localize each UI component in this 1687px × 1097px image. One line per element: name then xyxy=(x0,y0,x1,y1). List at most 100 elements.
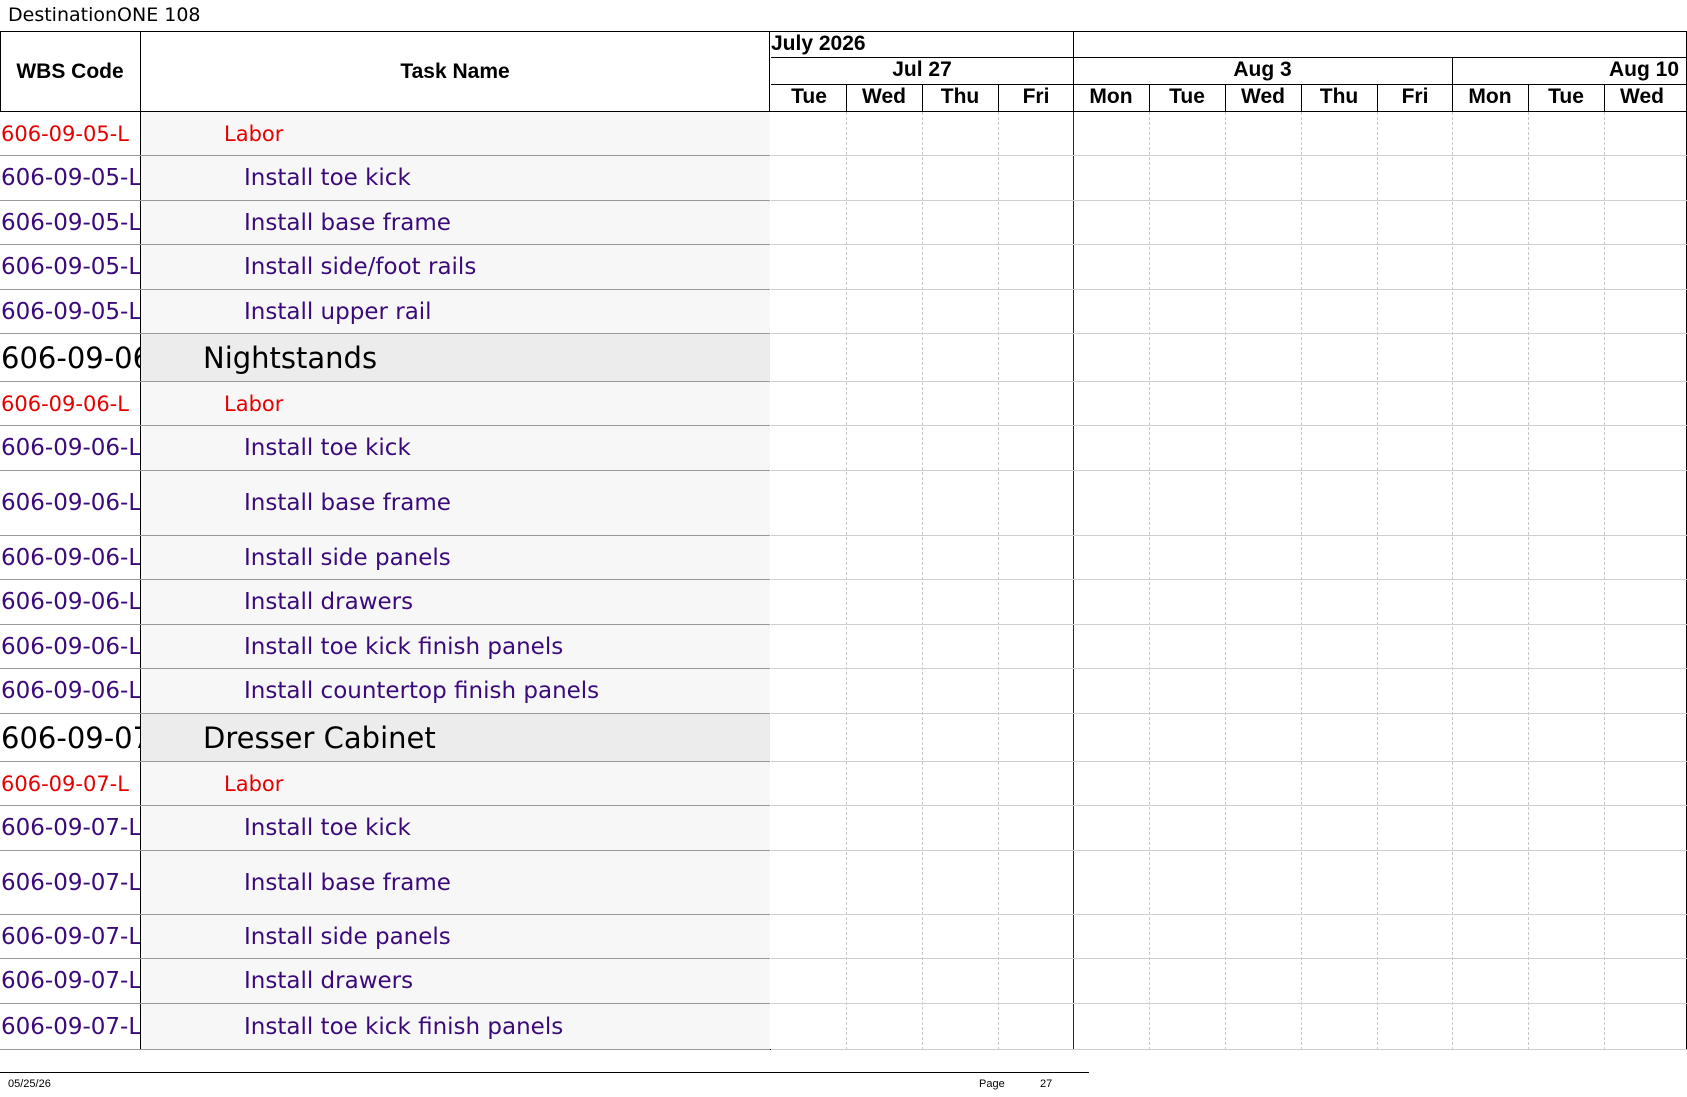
task-row[interactable]: 606-09-05-L (Install toe kick xyxy=(0,156,770,201)
day-header-2: Thu xyxy=(940,85,980,108)
task-name-cell: Install toe kick xyxy=(141,426,770,470)
task-name-cell: Install drawers xyxy=(141,580,770,624)
timeline-row-line xyxy=(771,289,1687,290)
week-label-jul27: Jul 27 xyxy=(892,58,952,81)
task-row[interactable]: 606-09-07-L (Install base frame xyxy=(0,851,770,915)
task-name-cell: Labor xyxy=(141,112,770,155)
task-row[interactable]: 606-09-06-L Labor xyxy=(0,382,770,426)
wbs-code-cell: 606-09-06-L ( xyxy=(0,669,141,713)
task-name-cell: Install upper rail xyxy=(141,290,770,333)
timeline-row-line xyxy=(771,470,1687,471)
wbs-code-cell: 606-09-06-L ( xyxy=(0,471,141,535)
day-header-divider xyxy=(998,84,999,111)
wbs-code-cell: 606-09-05-L ( xyxy=(0,201,141,244)
timeline-row-line xyxy=(771,425,1687,426)
footer-rule xyxy=(0,1072,1089,1073)
day-header-1: Wed xyxy=(862,85,906,108)
task-name-cell: Install side/foot rails xyxy=(141,245,770,289)
task-row[interactable]: 606-09-05-L Labor xyxy=(0,112,770,156)
task-name-cell: Install base frame xyxy=(141,471,770,535)
week-label-aug3: Aug 3 xyxy=(1233,58,1292,81)
wbs-code-cell: 606-09-07-L ( xyxy=(0,959,141,1003)
task-name-cell: Install toe kick finish panels xyxy=(141,625,770,668)
day-grid-line xyxy=(998,112,999,1050)
wbs-code-cell: 606-09-06-L ( xyxy=(0,536,141,579)
timeline-row-line xyxy=(771,244,1687,245)
wbs-code-cell: 606-09-05-L ( xyxy=(0,156,141,200)
timeline-row-line xyxy=(771,713,1687,714)
wbs-code-cell: 606-09-06-L ( xyxy=(0,426,141,470)
task-name-cell: Install base frame xyxy=(141,851,770,914)
task-name-cell: Labor xyxy=(141,382,770,425)
day-header-5: Tue xyxy=(1169,85,1205,108)
page-number: 27 xyxy=(1040,1078,1053,1090)
day-header-10: Tue xyxy=(1548,85,1584,108)
week-separator-line xyxy=(1073,112,1074,1050)
month-label: July 2026 xyxy=(771,32,866,55)
day-grid-line xyxy=(1604,112,1605,1050)
day-grid-line xyxy=(1528,112,1529,1050)
task-name-header[interactable]: Task Name xyxy=(141,32,770,111)
day-grid-line xyxy=(1225,112,1226,1050)
day-grid-line xyxy=(1377,112,1378,1050)
timeline-row-line xyxy=(771,958,1687,959)
summary-row[interactable]: 606-09-07 Dresser Cabinet xyxy=(0,714,770,762)
day-grid-line xyxy=(922,112,923,1050)
task-row[interactable]: 606-09-07-L Labor xyxy=(0,762,770,806)
day-header-4: Mon xyxy=(1089,85,1133,108)
day-header-8: Fri xyxy=(1401,85,1429,108)
print-date: 05/25/26 xyxy=(8,1078,51,1090)
wbs-code-cell: 606-09-05-L ( xyxy=(0,245,141,289)
task-row[interactable]: 606-09-06-L (Install toe kick finish pan… xyxy=(0,625,770,669)
timeline-row-line xyxy=(771,1049,1687,1050)
timeline-row-line xyxy=(771,535,1687,536)
day-header-divider xyxy=(1528,84,1529,111)
task-row[interactable]: 606-09-06-L (Install countertop finish p… xyxy=(0,669,770,714)
timeline-row-line xyxy=(771,761,1687,762)
timeline-row-line xyxy=(771,668,1687,669)
task-row[interactable]: 606-09-06-L (Install drawers xyxy=(0,580,770,625)
wbs-code-cell: 606-09-05-L xyxy=(0,112,141,155)
task-name-cell: Labor xyxy=(141,762,770,805)
timeline-row-line xyxy=(771,805,1687,806)
day-header-divider xyxy=(1452,84,1453,111)
day-grid-line xyxy=(1452,112,1453,1050)
day-header-divider xyxy=(1377,84,1378,111)
task-row[interactable]: 606-09-07-L (Install side panels xyxy=(0,915,770,959)
wbs-code-cell: 606-09-06-L xyxy=(0,382,141,425)
timeline-row-line xyxy=(771,850,1687,851)
timeline-row-line xyxy=(771,1003,1687,1004)
timeline-row-line xyxy=(771,155,1687,156)
wbs-code-cell: 606-09-07-L ( xyxy=(0,1004,141,1049)
task-row[interactable]: 606-09-07-L (Install drawers xyxy=(0,959,770,1004)
task-row[interactable]: 606-09-07-L (Install toe kick finish pan… xyxy=(0,1004,770,1050)
wbs-code-header[interactable]: WBS Code xyxy=(0,32,141,111)
task-row[interactable]: 606-09-05-L (Install upper rail xyxy=(0,290,770,334)
wbs-code-cell: 606-09-06-L ( xyxy=(0,625,141,668)
week-label-aug10: Aug 10 xyxy=(1608,58,1679,81)
task-name-cell: Install countertop finish panels xyxy=(141,669,770,713)
task-row[interactable]: 606-09-05-L (Install base frame xyxy=(0,201,770,245)
wbs-code-cell: 606-09-07-L ( xyxy=(0,851,141,914)
wbs-code-cell: 606-09-06-L ( xyxy=(0,580,141,624)
task-name-cell: Install base frame xyxy=(141,201,770,244)
wbs-code-cell: 606-09-07-L ( xyxy=(0,806,141,850)
task-name-cell: Nightstands xyxy=(141,334,770,381)
task-name-cell: Install toe kick xyxy=(141,806,770,850)
timeline-row-line xyxy=(771,624,1687,625)
task-row[interactable]: 606-09-06-L (Install toe kick xyxy=(0,426,770,471)
task-row[interactable]: 606-09-07-L (Install toe kick xyxy=(0,806,770,851)
day-header-3: Fri xyxy=(1022,85,1050,108)
day-header-6: Wed xyxy=(1241,85,1285,108)
task-row[interactable]: 606-09-05-L (Install side/foot rails xyxy=(0,245,770,290)
day-header-divider xyxy=(1301,84,1302,111)
task-row[interactable]: 606-09-06-L (Install side panels xyxy=(0,536,770,580)
day-header-divider xyxy=(1073,84,1074,111)
summary-row[interactable]: 606-09-06 Nightstands xyxy=(0,334,770,382)
day-header-0: Tue xyxy=(791,85,827,108)
wbs-code-cell: 606-09-05-L ( xyxy=(0,290,141,333)
task-row[interactable]: 606-09-06-L (Install base frame xyxy=(0,471,770,536)
task-name-cell: Dresser Cabinet xyxy=(141,714,770,761)
day-grid-line xyxy=(1149,112,1150,1050)
day-header-divider xyxy=(1149,84,1150,111)
